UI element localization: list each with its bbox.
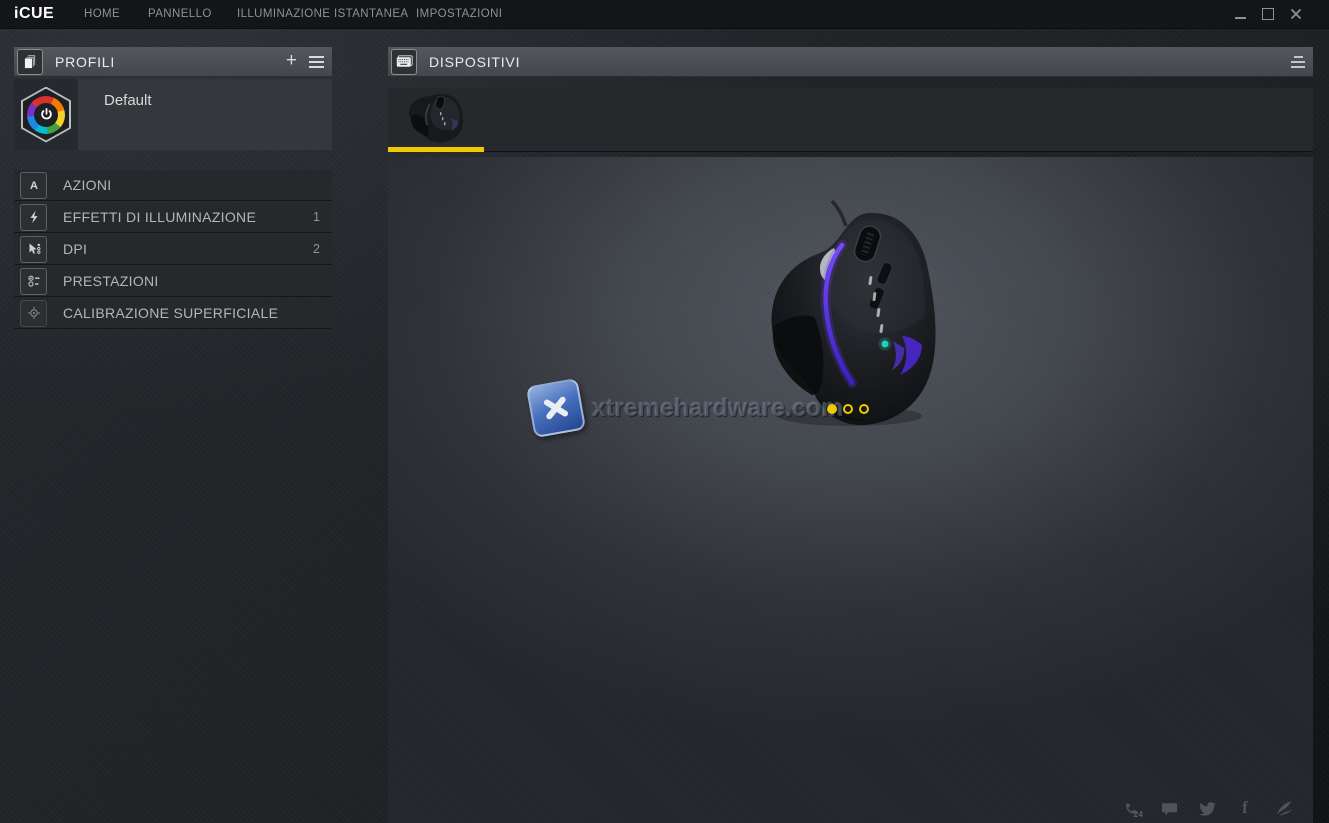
nav-home[interactable]: HOME [84,8,120,20]
icue-window: iCUE HOME PANNELLO ILLUMINAZIONE ISTANTA… [0,0,1329,823]
corsair-sails-icon[interactable] [1273,798,1293,818]
carousel-dot-1-active[interactable] [827,404,837,414]
nav-pannello[interactable]: PANNELLO [148,8,212,20]
profile-item-default[interactable]: Default [14,79,332,150]
lightning-icon [20,204,47,231]
watermark: xtremehardware.com [530,382,844,434]
mouse-thumbnail [400,90,472,148]
sidebar-item-effetti-di-illuminazione[interactable]: EFFETTI DI ILLUMINAZIONE 1 [14,202,332,233]
watermark-text: xtremehardware.com [592,394,844,423]
profiles-title: PROFILI [55,54,115,70]
profile-name: Default [104,92,152,109]
minimize-icon [1235,17,1246,19]
icue-profile-hex-icon [21,87,71,143]
sidebar-item-prestazioni[interactable]: PRESTAZIONI [14,266,332,297]
phone-24-label: 24 [1134,809,1143,819]
sidebar-item-azioni[interactable]: A AZIONI [14,170,332,201]
nav-impostazioni[interactable]: IMPOSTAZIONI [416,8,502,20]
nav-illuminazione-istantanea[interactable]: ILLUMINAZIONE ISTANTANEA [237,8,408,20]
active-tab-indicator [388,147,484,152]
keyboard-icon [391,49,417,75]
close-button[interactable] [1284,0,1308,28]
icue-logo: iCUE [14,5,54,23]
devices-title: DISPOSITIVI [429,54,520,70]
performance-sliders-icon [20,268,47,295]
sidebar-item-calibrazione-superficiale[interactable]: CALIBRAZIONE SUPERFICIALE [14,298,332,329]
profiles-icon [17,49,43,75]
devices-header: DISPOSITIVI [388,47,1313,77]
surface-calibration-target-icon [20,300,47,327]
sidebar-item-dpi[interactable]: DPI 2 [14,234,332,265]
facebook-icon[interactable]: f [1235,798,1255,818]
badge: 2 [313,242,320,256]
power-icon [39,107,54,122]
xtremehardware-x-icon [526,378,586,438]
footer-social-icons: 24 f [1121,798,1293,818]
carousel-dot-2[interactable] [843,404,853,414]
minimize-button[interactable] [1228,0,1252,28]
device-view-options-icon[interactable] [1291,56,1305,68]
close-icon [1290,8,1302,20]
maximize-icon [1262,8,1274,20]
dpi-cursor-icon [20,236,47,263]
title-bar: iCUE HOME PANNELLO ILLUMINAZIONE ISTANTA… [0,0,1329,29]
phone-support-24-icon[interactable]: 24 [1121,798,1141,818]
chat-icon[interactable] [1159,798,1179,818]
carousel-dot-3[interactable] [859,404,869,414]
badge: 1 [313,210,320,224]
device-tab-strip [388,88,1313,152]
add-profile-button[interactable]: + [286,51,297,70]
image-carousel-dots [827,404,869,414]
letter-a-icon: A [20,172,47,199]
twitter-icon[interactable] [1197,798,1217,818]
device-tab-mouse[interactable] [388,88,484,151]
profiles-header: PROFILI + [14,47,332,77]
maximize-button[interactable] [1256,0,1280,28]
profile-avatar [14,79,78,150]
svg-text:A: A [30,180,38,192]
profiles-menu-icon[interactable] [309,56,324,68]
